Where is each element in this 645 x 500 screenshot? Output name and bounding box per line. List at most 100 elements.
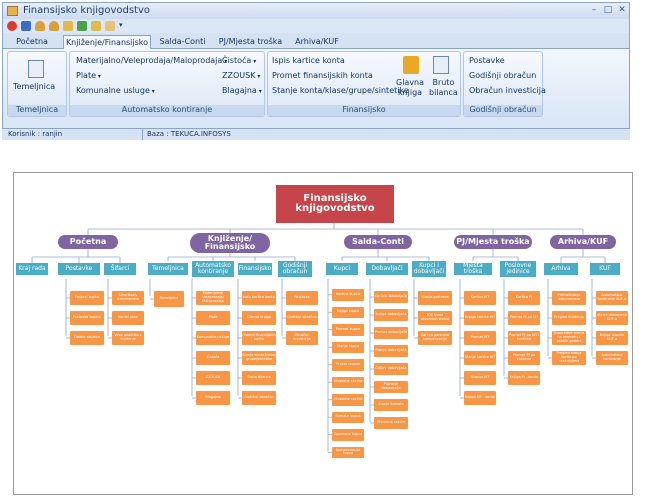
tools-icon[interactable]	[105, 21, 115, 31]
promet-konta-button[interactable]: Promet finansijskih konta	[272, 71, 373, 80]
node-finansijsko: Finansijsko	[238, 263, 272, 275]
node-sifarci: Šifarci	[104, 263, 136, 275]
books-icon	[403, 56, 419, 74]
node-kupci-dobavljaci: Kupci i dobavljači	[412, 261, 446, 277]
leaf-node: Postavke kopiraj	[70, 311, 104, 325]
tab-knjizenje[interactable]: Knjiženje/Finansijsko	[63, 35, 151, 50]
title-bar: Finansijsko knjigovodstvo – □ ✕	[3, 3, 629, 19]
leaf-node: Pregled stanja konta po razdobljima	[552, 351, 586, 365]
quick-access-toolbar: ▾	[3, 19, 629, 33]
node-temeljnica: Temeljnica	[148, 263, 188, 275]
leaf-node: Knjiga kupca	[332, 306, 364, 318]
leaf-node: Otvorene stavke	[332, 376, 364, 388]
leaf-node: Stanje konta/klase/ grupe/sintetike	[242, 351, 276, 365]
leaf-node: Promet finansijskih konta	[242, 331, 276, 345]
leaf-node: Stanje kupca	[332, 341, 364, 353]
postavke-button[interactable]: Postavke	[469, 56, 505, 65]
maximize-icon[interactable]: □	[602, 5, 614, 16]
leaf-node: Kartica kupca	[332, 289, 364, 301]
leaf-node: Promet PJ po MT i kontima	[508, 331, 540, 345]
leaf-node: Stanje dobavljača	[374, 345, 408, 357]
status-user: Korisnik : ranjin	[8, 130, 63, 138]
glavna-knjiga-button[interactable]: Glavna knjiga	[396, 78, 424, 98]
minimize-icon[interactable]: –	[588, 5, 600, 16]
group-label: Godišnji obračun	[464, 105, 542, 116]
refresh-icon[interactable]	[77, 21, 87, 31]
leaf-node: Otvorene stavke	[374, 417, 408, 429]
leaf-node: Šifre/Naziv dokumenata	[112, 291, 144, 305]
leaf-node: Godišnji obračun	[242, 391, 276, 405]
materijalno-menu[interactable]: Materijalno/Veleprodaja/Maloprodaja	[76, 56, 227, 65]
leaf-node: Plate	[196, 311, 230, 325]
leaf-node: Obračun investicija	[286, 331, 318, 345]
node-postavke: Postavke	[58, 263, 100, 275]
application-window: Finansijsko knjigovodstvo – □ ✕ ▾ Početn…	[2, 2, 630, 140]
leaf-node: Ulazni dokumenti KUF-a	[596, 311, 628, 325]
zzousk-menu[interactable]: ZZOUSK	[222, 71, 260, 80]
group-label: Finansijsko	[268, 105, 460, 116]
print-icon[interactable]	[91, 21, 101, 31]
leaf-node: Temeljnica	[154, 291, 184, 307]
node-pj-mjesta: PJ/Mjesta troška	[454, 235, 532, 249]
stanje-konta-button[interactable]: Stanje konta/klase/grupe/sintetike	[272, 86, 409, 95]
group-label: Temeljnica	[8, 105, 66, 116]
exit-icon[interactable]	[7, 21, 17, 31]
ispis-kartice-button[interactable]: Ispis kartice konta	[272, 56, 345, 65]
status-database: Baza : TEKUCA.INFOSYS	[142, 129, 231, 140]
group-automatsko-kontiranje: Materijalno/Veleprodaja/Maloprodaja Plat…	[69, 51, 265, 117]
ribbon: Temeljnica Temeljnica Materijalno/Velepr…	[3, 49, 629, 119]
tab-pocetna[interactable]: Početna	[11, 35, 53, 49]
komunalne-menu[interactable]: Komunalne usluge	[76, 86, 155, 95]
leaf-node: Pregled knjiženja	[552, 311, 586, 325]
leaf-node: Veza analitika s knjiženje	[112, 331, 144, 345]
node-godisnji: Godišnji obračun	[278, 261, 312, 277]
blagajna-menu[interactable]: Blagajna	[222, 86, 262, 95]
close-icon[interactable]: ✕	[616, 5, 628, 16]
node-arhiva-kuf: Arhiva/KUF	[550, 235, 616, 249]
bruto-bilanca-button[interactable]: Bruto bilanca	[429, 78, 458, 98]
godisnji-obracun-button[interactable]: Godišnji obračun	[469, 71, 536, 80]
cistoca-menu[interactable]: Čistoća	[222, 56, 256, 65]
users-icon[interactable]	[49, 21, 59, 31]
leaf-node: Stanje partnera	[418, 291, 452, 305]
tab-pj-mjesta[interactable]: PJ/Mjesta troška	[213, 35, 288, 49]
document-icon[interactable]	[63, 21, 73, 31]
tab-salda-conti[interactable]: Salda-Conti	[155, 35, 210, 49]
customize-chevron-icon[interactable]: ▾	[119, 21, 127, 31]
leaf-node: Komunalne usluge	[196, 331, 230, 345]
leaf-node: Knjiga PJ - konto	[508, 371, 540, 385]
leaf-node: Automatsko kontiranje KUF-a	[596, 291, 628, 305]
obracun-investicija-button[interactable]: Obračun investicija	[469, 86, 546, 95]
leaf-node: Plaćanje dobavljača	[374, 381, 408, 393]
window-title: Finansijsko knjigovodstvo	[23, 5, 151, 16]
node-automatsko: Automatsko kontiranje	[192, 261, 234, 277]
leaf-node: Knjiga kartice MT	[464, 311, 496, 325]
leaf-node: Promet kupca	[332, 324, 364, 336]
leaf-node: Knjiga MT - konto	[464, 391, 496, 405]
user-icon[interactable]	[35, 21, 45, 31]
leaf-node: ZZOUSK	[196, 371, 230, 385]
temeljnica-button[interactable]: Temeljnica	[13, 82, 55, 91]
leaf-node: Odljev dobavljača	[374, 363, 408, 375]
leaf-node: Prijem izvoda	[332, 359, 364, 371]
leaf-node: IOS izvod otvorenih stavki	[418, 311, 452, 325]
root-node: Finansijsko knjigovodstvo	[276, 185, 394, 223]
leaf-node: Kartica PJ	[508, 291, 540, 305]
leaf-node: Postavi logiku	[70, 291, 104, 305]
leaf-node: Kartica partnera kompenzacija	[418, 331, 452, 345]
leaf-node: Odabir objekta	[70, 331, 104, 345]
leaf-node: Materijalno/ Veleprodaja/ Maloprodaja	[196, 291, 230, 305]
node-kraj-rada: Kraj rada	[16, 263, 48, 275]
leaf-node: Stanje kamata	[374, 399, 408, 411]
leaf-node: Bruto bilanca	[242, 371, 276, 385]
leaf-node: Bilanca MT	[464, 371, 496, 385]
leaf-node: Promet PJ po MT	[508, 311, 540, 325]
plate-menu[interactable]: Plate	[76, 71, 101, 80]
folder-icon	[7, 6, 18, 16]
node-salda-conti: Salda-Conti	[344, 235, 412, 249]
node-knjizenje: Knjiženje/ Finansijsko	[190, 233, 270, 253]
org-chart: Finansijsko knjigovodstvo Početna Knjiže…	[13, 172, 633, 495]
tab-arhiva-kuf[interactable]: Arhiva/KUF	[291, 35, 343, 49]
save-icon[interactable]	[21, 21, 31, 31]
leaf-node: Glavna knjiga	[242, 311, 276, 325]
